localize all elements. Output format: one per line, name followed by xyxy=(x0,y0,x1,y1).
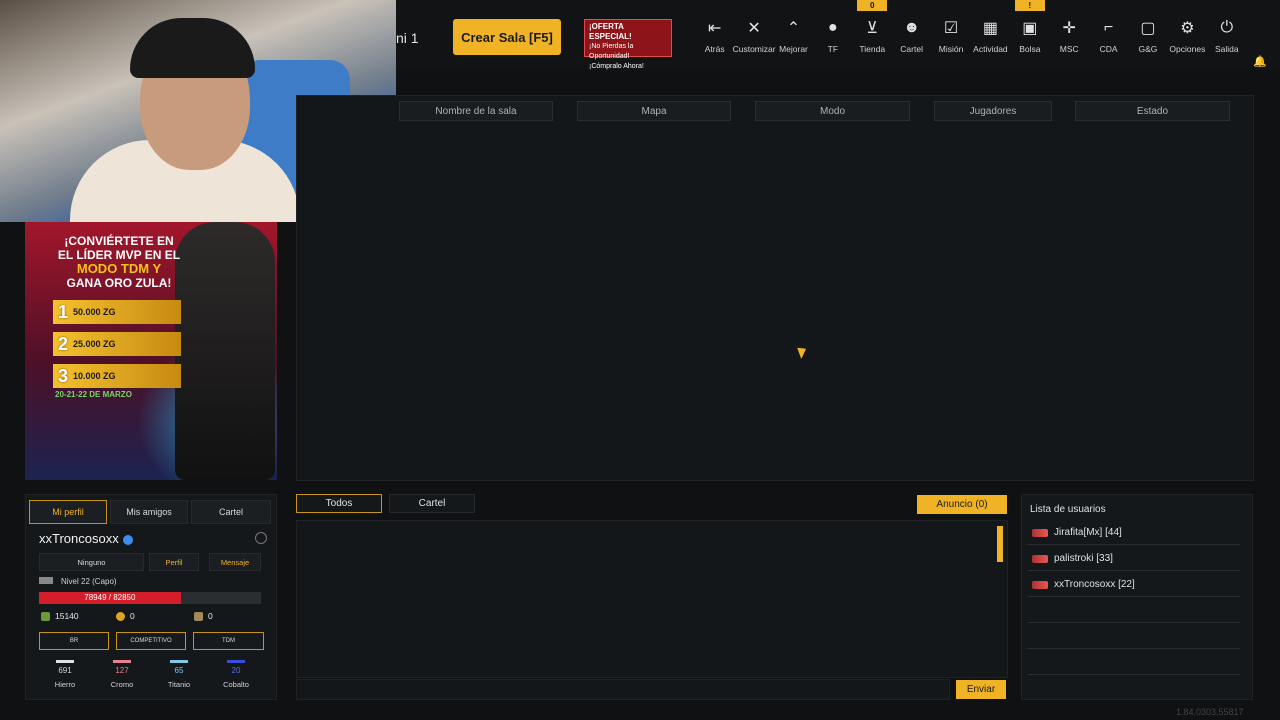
promo-dates: 20-21-22 DE MARZO xyxy=(55,390,132,399)
user-list-empty xyxy=(1028,625,1240,649)
mode-br-button[interactable]: BR xyxy=(39,632,109,650)
nav-bolsa[interactable]: ! ▣ Bolsa xyxy=(1010,0,1049,62)
nav-salida[interactable]: ⏻ Salida xyxy=(1207,12,1246,62)
promo-headline: ¡CONVIÉRTETE EN EL LÍDER MVP EN EL MODO … xyxy=(57,234,181,290)
block-icon[interactable] xyxy=(255,532,267,544)
profile-button[interactable]: Perfil xyxy=(149,553,199,571)
upgrade-icon: ⌃ xyxy=(786,20,801,37)
user-list-title: Lista de usuarios xyxy=(1030,504,1106,515)
room-list: Nombre de la sala Mapa Modo Jugadores Es… xyxy=(296,95,1254,481)
col-players[interactable]: Jugadores xyxy=(934,101,1052,121)
gear-icon: ⚙ xyxy=(1180,20,1195,37)
col-status[interactable]: Estado xyxy=(1075,101,1230,121)
group-icon: ☻ xyxy=(903,19,921,36)
chat-tab-cartel[interactable]: Cartel xyxy=(389,494,475,513)
xp-bar: 78949 / 82850 xyxy=(39,592,261,604)
level-label: Nivel 22 (Capo) xyxy=(39,577,117,586)
col-map[interactable]: Mapa xyxy=(577,101,731,121)
prize-2: 2 25.000 ZG xyxy=(53,332,181,356)
power-icon: ⏻ xyxy=(1220,19,1234,36)
nav-customizar[interactable]: ✕ Customizar xyxy=(733,12,776,62)
user-list-empty xyxy=(1028,599,1240,623)
back-icon: ⇤ xyxy=(707,20,722,37)
mode-tdm-button[interactable]: TDM xyxy=(193,632,264,650)
room-title: ni 1 xyxy=(396,30,419,46)
nav-cartel[interactable]: ☻ Cartel xyxy=(892,12,931,62)
nav-msc[interactable]: ✛ MSC xyxy=(1050,12,1089,62)
create-room-button[interactable]: Crear Sala [F5] xyxy=(453,19,561,55)
chat-tab-todos[interactable]: Todos xyxy=(296,494,382,513)
offer-cta: ¡Cómpralo Ahora! xyxy=(589,63,644,70)
tab-mis-amigos[interactable]: Mis amigos xyxy=(110,500,188,524)
main-nav: ⇤ Atrás ✕ Customizar ⌃ Mejorar ● TF 0 ⊻ Tienda… xyxy=(695,0,1246,62)
nav-tf[interactable]: ● TF xyxy=(813,12,852,62)
stat-gold: 0 xyxy=(116,611,135,621)
chat-scrollbar[interactable] xyxy=(997,526,1003,562)
version-label: 1.84.0303.55817 xyxy=(1176,707,1244,717)
rank-icon xyxy=(1032,528,1048,537)
chat-input[interactable] xyxy=(296,679,950,700)
ore-cobalto: 20 Cobalto xyxy=(212,660,260,689)
nav-atras[interactable]: ⇤ Atrás xyxy=(695,12,734,62)
crosshair-icon: ✛ xyxy=(1062,20,1076,37)
nav-tienda[interactable]: 0 ⊻ Tienda xyxy=(853,0,892,62)
chat-messages xyxy=(296,520,1008,678)
announcement-button[interactable]: Anuncio (0) xyxy=(917,495,1007,514)
stat-points: 15140 xyxy=(41,611,79,621)
col-mode[interactable]: Modo xyxy=(755,101,910,121)
user-list-item[interactable]: palistroki [33] xyxy=(1028,547,1240,571)
rank-icon xyxy=(39,577,53,584)
ore-titanio: 65 Titanio xyxy=(155,660,203,689)
stat-tickets: 0 xyxy=(194,611,213,621)
promo-character xyxy=(175,222,275,480)
promo-banner[interactable]: ¡CONVIÉRTETE EN EL LÍDER MVP EN EL MODO … xyxy=(25,222,277,480)
special-offer-banner[interactable]: ¡OFERTA ESPECIAL! ¡No Pierdas la Oportun… xyxy=(584,19,672,70)
nav-mision[interactable]: ☑ Misión xyxy=(931,12,970,62)
ore-cromo: 127 Cromo xyxy=(98,660,146,689)
nav-opciones[interactable]: ⚙ Opciones xyxy=(1168,12,1207,62)
prize-3: 3 10.000 ZG xyxy=(53,364,181,388)
prize-1: 1 50.000 ZG xyxy=(53,300,181,324)
gold-coin-icon xyxy=(116,611,125,621)
nav-cda[interactable]: ⌐ CDA xyxy=(1089,12,1128,62)
col-room-name[interactable]: Nombre de la sala xyxy=(399,101,553,121)
tab-mi-perfil[interactable]: Mi perfil xyxy=(29,500,107,524)
message-button[interactable]: Mensaje xyxy=(209,553,261,571)
bell-icon[interactable]: 🔔 xyxy=(1253,55,1267,68)
calendar-icon: ▦ xyxy=(982,20,998,37)
verified-icon xyxy=(122,534,133,545)
username: xxTroncosoxx xyxy=(39,531,133,546)
points-icon xyxy=(41,611,50,621)
send-button[interactable]: Enviar xyxy=(956,680,1006,699)
user-list-item[interactable]: Jirafita[Mx] [44] xyxy=(1028,521,1240,545)
user-list-panel: Lista de usuarios Jirafita[Mx] [44] pali… xyxy=(1021,494,1253,700)
coins-icon: ● xyxy=(828,19,838,36)
offer-title: ¡OFERTA ESPECIAL! xyxy=(589,22,632,41)
gun-icon: ⌐ xyxy=(1103,19,1114,36)
rank-icon xyxy=(1032,580,1048,589)
clan-button[interactable]: Ninguno xyxy=(39,553,144,571)
ore-hierro: 691 Hierro xyxy=(41,660,89,689)
nav-mejorar[interactable]: ⌃ Mejorar xyxy=(774,12,813,62)
user-list-empty xyxy=(1028,651,1240,675)
tools-icon: ✕ xyxy=(747,20,761,37)
clipboard-icon: ☑ xyxy=(943,20,959,37)
bag-icon: ▣ xyxy=(1022,20,1038,37)
cart-icon: ⊻ xyxy=(866,20,879,37)
rank-icon xyxy=(1032,554,1048,563)
tienda-badge: 0 xyxy=(857,0,888,11)
ticket-icon xyxy=(194,611,203,621)
bolsa-badge: ! xyxy=(1014,0,1045,11)
profile-panel: Mi perfil Mis amigos Cartel xxTroncosoxx… xyxy=(25,494,277,700)
nav-actividad[interactable]: ▦ Actividad xyxy=(971,12,1010,62)
tab-cartel[interactable]: Cartel xyxy=(191,500,271,524)
nav-gg[interactable]: ▢ G&G xyxy=(1128,12,1167,62)
wallet-icon: ▢ xyxy=(1140,20,1156,37)
offer-subtitle: ¡No Pierdas la Oportunidad! xyxy=(589,43,634,60)
mode-competitive-button[interactable]: COMPETITIVO xyxy=(116,632,186,650)
user-list-item[interactable]: xxTroncosoxx [22] xyxy=(1028,573,1240,597)
xp-fill: 78949 / 82850 xyxy=(39,592,181,604)
